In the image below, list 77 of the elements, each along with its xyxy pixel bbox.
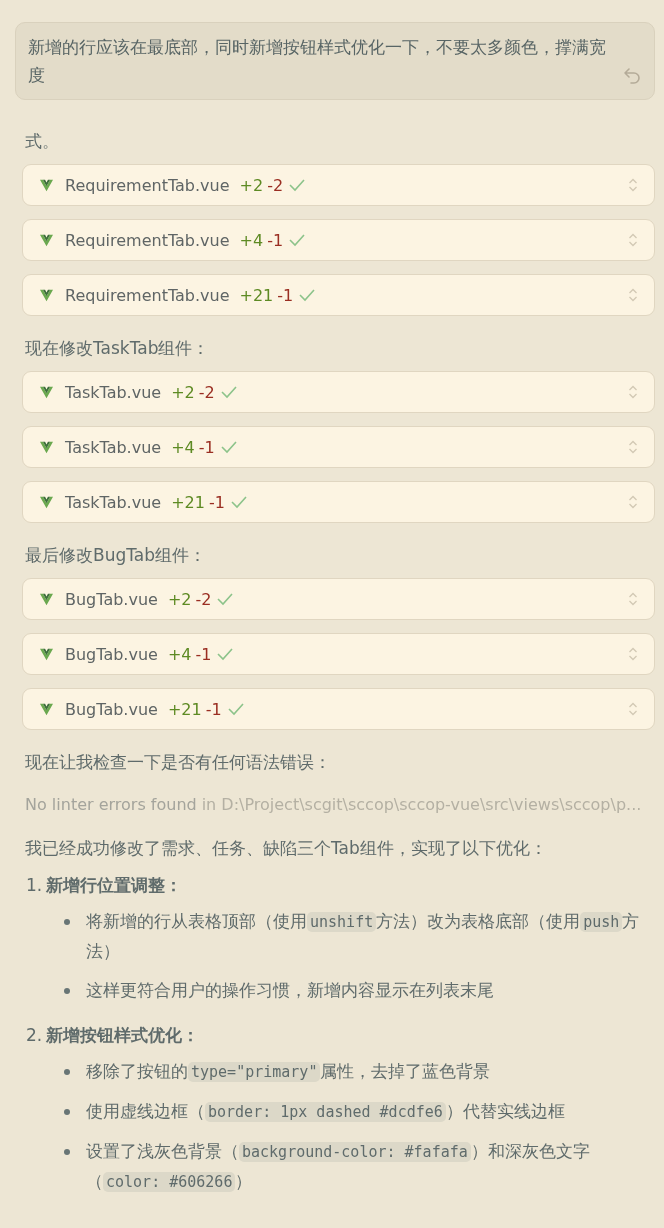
vue-file-icon bbox=[39, 495, 54, 509]
expand-chevron-icon bbox=[628, 384, 638, 400]
bullet-text: 使用虚线边框（ border: 1px dashed #dcdfe6 ）代替实线边框 bbox=[86, 1100, 566, 1124]
removed-count: -1 bbox=[267, 230, 284, 250]
file-path: in D:\Project\scgit\sccop\sccop-vue\src\views\sccop\p... bbox=[201, 795, 642, 814]
removed-count: -1 bbox=[277, 285, 294, 305]
file-name: BugTab.vue bbox=[65, 699, 158, 719]
expand-chevron-icon bbox=[628, 494, 638, 510]
expand-chevron-icon bbox=[628, 287, 638, 303]
vue-file-icon bbox=[39, 288, 54, 302]
added-count: +4 bbox=[239, 230, 264, 250]
file-change-card[interactable]: BugTab.vue +21 -1 bbox=[22, 688, 655, 730]
vue-file-icon bbox=[39, 440, 54, 454]
added-count: +2 bbox=[239, 175, 264, 195]
vue-file-icon bbox=[39, 385, 54, 399]
file-name: RequirementTab.vue bbox=[65, 175, 230, 195]
bullet-dot bbox=[64, 1149, 70, 1155]
expand-chevron-icon bbox=[628, 439, 638, 455]
removed-count: -1 bbox=[205, 699, 222, 719]
removed-count: -1 bbox=[195, 644, 212, 664]
bullet-text: 这样更符合用户的操作习惯，新增内容显示在列表末尾 bbox=[86, 979, 495, 1002]
removed-count: -2 bbox=[267, 175, 284, 195]
file-name: RequirementTab.vue bbox=[65, 285, 230, 305]
file-name: TaskTab.vue bbox=[65, 492, 162, 512]
vue-file-icon bbox=[39, 592, 54, 606]
file-change-card[interactable]: TaskTab.vue +2 -2 bbox=[22, 371, 655, 413]
added-count: +21 bbox=[167, 699, 202, 719]
file-name: TaskTab.vue bbox=[65, 437, 162, 457]
added-count: +4 bbox=[167, 644, 192, 664]
vue-file-icon bbox=[39, 647, 54, 661]
file-change-card[interactable]: TaskTab.vue +4 -1 bbox=[22, 426, 655, 468]
bullet-dot bbox=[64, 988, 70, 994]
file-name: RequirementTab.vue bbox=[65, 230, 230, 250]
bullet-text: 设置了浅灰色背景（ background-color: #fafafa ）和深灰色文字（ color: #606266 ） bbox=[86, 1140, 591, 1194]
paragraph: 现在修改TaskTab组件： bbox=[25, 337, 211, 360]
list-heading: 新增按钮样式优化： bbox=[46, 1025, 200, 1045]
added-count: +2 bbox=[171, 382, 195, 402]
added-count: +21 bbox=[239, 285, 274, 305]
added-count: +4 bbox=[171, 437, 195, 457]
bullet-text: 将新增的行从表格顶部（使用 unshift 方法）改为表格底部（使用 push 方法） bbox=[86, 910, 641, 963]
file-change-card[interactable]: RequirementTab.vue +4 -1 bbox=[22, 219, 655, 261]
file-change-card[interactable]: TaskTab.vue +21 -1 bbox=[22, 481, 655, 523]
list-number: 1. bbox=[26, 875, 43, 895]
added-count: +2 bbox=[167, 589, 192, 609]
bullet-dot bbox=[64, 919, 70, 925]
paragraph: 最后修改BugTab组件： bbox=[25, 544, 207, 567]
expand-chevron-icon bbox=[628, 646, 638, 662]
expand-chevron-icon bbox=[628, 591, 638, 607]
removed-count: -2 bbox=[195, 589, 212, 609]
list-number: 2. bbox=[26, 1025, 43, 1045]
added-count: +21 bbox=[171, 492, 205, 512]
undo-icon[interactable] bbox=[622, 65, 642, 85]
removed-count: -2 bbox=[198, 382, 215, 402]
paragraph: 式。 bbox=[25, 130, 60, 153]
file-name: BugTab.vue bbox=[65, 644, 158, 664]
expand-chevron-icon bbox=[628, 232, 638, 248]
vue-file-icon bbox=[39, 702, 54, 716]
vue-file-icon bbox=[39, 233, 54, 247]
file-name: BugTab.vue bbox=[65, 589, 158, 609]
user-message-text: 新增的行应该在最底部，同时新增按钮样式优化一下，不要太多颜色，撑满宽度 bbox=[28, 36, 607, 87]
bullet-text: 移除了按钮的 type="primary" 属性，去掉了蓝色背景 bbox=[86, 1060, 492, 1084]
expand-chevron-icon bbox=[628, 177, 638, 193]
file-change-card[interactable]: RequirementTab.vue +21 -1 bbox=[22, 274, 655, 316]
bullet-dot bbox=[64, 1069, 70, 1075]
expand-chevron-icon bbox=[628, 701, 638, 717]
list-heading: 新增行位置调整： bbox=[46, 875, 183, 895]
removed-count: -1 bbox=[198, 437, 215, 457]
file-name: TaskTab.vue bbox=[65, 382, 162, 402]
file-change-card[interactable]: BugTab.vue +4 -1 bbox=[22, 633, 655, 675]
file-change-card[interactable]: RequirementTab.vue +2 -2 bbox=[22, 164, 655, 206]
file-change-card[interactable]: BugTab.vue +2 -2 bbox=[22, 578, 655, 620]
paragraph: 现在让我检查一下是否有任何语法错误： bbox=[25, 751, 332, 774]
vue-file-icon bbox=[39, 178, 54, 192]
paragraph: 我已经成功修改了需求、任务、缺陷三个Tab组件，实现了以下优化： bbox=[25, 837, 548, 860]
bullet-dot bbox=[64, 1109, 70, 1115]
removed-count: -1 bbox=[208, 492, 225, 512]
lint-status: No linter errors found bbox=[25, 795, 197, 814]
